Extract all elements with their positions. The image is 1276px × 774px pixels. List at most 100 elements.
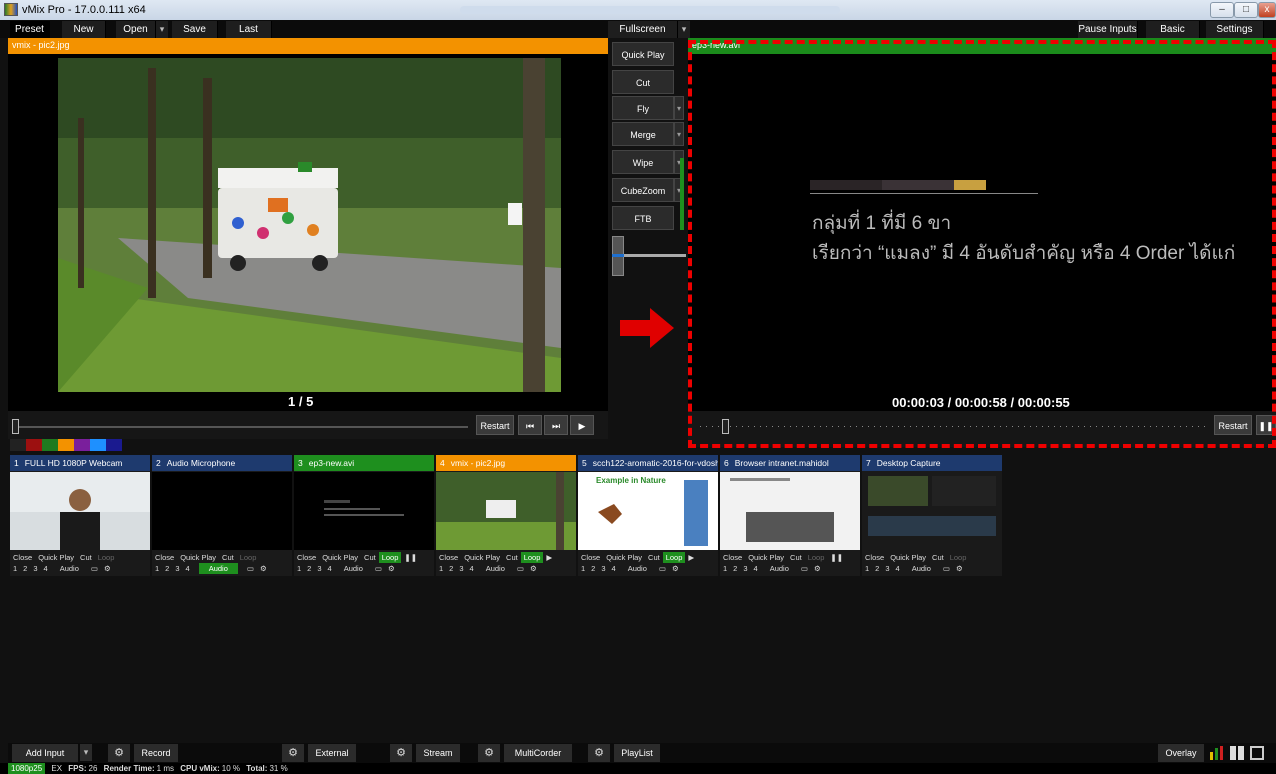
- cut-button[interactable]: Cut: [929, 552, 947, 563]
- input-thumbnail[interactable]: [294, 472, 434, 550]
- overlay-channel-button[interactable]: 1: [436, 563, 446, 574]
- cut-button[interactable]: Cut: [503, 552, 521, 563]
- audio-button[interactable]: Audio: [909, 563, 934, 574]
- play-state-icon[interactable]: ▶: [685, 552, 697, 563]
- transition-button[interactable]: Wipe: [612, 150, 674, 174]
- audio-meter-icon[interactable]: [1210, 746, 1224, 760]
- monitor-icon[interactable]: ▭: [244, 563, 257, 574]
- overlay-channel-button[interactable]: 4: [609, 563, 619, 574]
- input-tile[interactable]: 4 vmix - pic2.jpg Close Quick Play Cut Loop ▶ 1…: [436, 455, 576, 576]
- record-settings-gear-icon[interactable]: ⚙: [108, 744, 130, 762]
- input-thumbnail[interactable]: [862, 472, 1002, 550]
- last-button[interactable]: Last: [226, 21, 272, 38]
- stream-settings-gear-icon[interactable]: ⚙: [390, 744, 412, 762]
- loop-button[interactable]: Loop: [237, 552, 260, 563]
- overlay-channel-button[interactable]: 4: [893, 563, 903, 574]
- input-settings-gear-icon[interactable]: ⚙: [953, 563, 966, 574]
- input-settings-gear-icon[interactable]: ⚙: [811, 563, 824, 574]
- overlay-channel-button[interactable]: 4: [751, 563, 761, 574]
- loop-button[interactable]: Loop: [95, 552, 118, 563]
- transition-button[interactable]: Quick Play: [612, 42, 674, 66]
- input-thumbnail[interactable]: [720, 472, 860, 550]
- overlay-channel-button[interactable]: 4: [41, 563, 51, 574]
- playlist-button[interactable]: PlayList: [614, 744, 660, 762]
- overlay-channel-button[interactable]: 3: [30, 563, 40, 574]
- input-header[interactable]: 7 Desktop Capture: [862, 455, 1002, 471]
- input-settings-gear-icon[interactable]: ⚙: [101, 563, 114, 574]
- record-button[interactable]: Record: [134, 744, 178, 762]
- colour-swatch[interactable]: [26, 439, 42, 451]
- colour-swatch[interactable]: [58, 439, 74, 451]
- multicorder-button[interactable]: MultiCorder: [504, 744, 572, 762]
- overlay-channel-button[interactable]: 2: [730, 563, 740, 574]
- colour-swatch[interactable]: [106, 439, 122, 451]
- quick-play-button[interactable]: Quick Play: [461, 552, 503, 563]
- quick-play-button[interactable]: Quick Play: [603, 552, 645, 563]
- playlist-settings-gear-icon[interactable]: ⚙: [588, 744, 610, 762]
- input-settings-gear-icon[interactable]: ⚙: [527, 563, 540, 574]
- input-tile[interactable]: 7 Desktop Capture Close Quick Play Cut Loop 1 2…: [862, 455, 1002, 576]
- cut-button[interactable]: Cut: [219, 552, 237, 563]
- maximize-icon[interactable]: □: [1234, 2, 1258, 18]
- close-button[interactable]: Close: [436, 552, 461, 563]
- overlay-channel-button[interactable]: 3: [314, 563, 324, 574]
- fullscreen-dropdown-icon[interactable]: ▾: [678, 21, 690, 38]
- snapshot-icon[interactable]: [1250, 746, 1264, 760]
- overlay-channel-button[interactable]: 3: [172, 563, 182, 574]
- external-settings-gear-icon[interactable]: ⚙: [282, 744, 304, 762]
- transition-button[interactable]: FTB: [612, 206, 674, 230]
- open-button[interactable]: Open: [116, 21, 156, 38]
- preview-restart-button[interactable]: Restart: [476, 415, 514, 435]
- next-icon[interactable]: ⏭: [544, 415, 568, 435]
- overlay-channel-button[interactable]: 1: [720, 563, 730, 574]
- overlay-channel-button[interactable]: 1: [578, 563, 588, 574]
- minimize-icon[interactable]: –: [1210, 2, 1234, 18]
- input-header[interactable]: 1 FULL HD 1080P Webcam: [10, 455, 150, 471]
- overlay-channel-button[interactable]: 2: [872, 563, 882, 574]
- transition-button[interactable]: CubeZoom: [612, 178, 674, 202]
- monitor-icon[interactable]: ▭: [798, 563, 811, 574]
- close-button[interactable]: Close: [720, 552, 745, 563]
- transition-dropdown-icon[interactable]: ▾: [674, 96, 684, 120]
- loop-button[interactable]: Loop: [662, 552, 686, 563]
- colour-swatch[interactable]: [42, 439, 58, 451]
- transition-button[interactable]: Merge: [612, 122, 674, 146]
- preview-seek-track[interactable]: [16, 426, 468, 428]
- input-thumbnail[interactable]: [152, 472, 292, 550]
- quick-play-button[interactable]: Quick Play: [35, 552, 77, 563]
- multiview-grid-icon[interactable]: [1230, 746, 1244, 760]
- preview-seek-thumb[interactable]: [12, 419, 19, 434]
- external-button[interactable]: External: [308, 744, 356, 762]
- overlay-channel-button[interactable]: 1: [10, 563, 20, 574]
- overlay-channel-button[interactable]: 4: [325, 563, 335, 574]
- save-button[interactable]: Save: [172, 21, 218, 38]
- input-header[interactable]: 5 scch122-aromatic-2016-for-vdoshooting: [578, 455, 718, 471]
- transition-button[interactable]: Fly: [612, 96, 674, 120]
- play-icon[interactable]: ▶: [570, 415, 594, 435]
- swatch-none[interactable]: [10, 439, 26, 451]
- add-input-dropdown-icon[interactable]: ▾: [80, 744, 92, 761]
- settings-button[interactable]: Settings: [1206, 21, 1264, 38]
- audio-button[interactable]: Audio: [767, 563, 792, 574]
- quick-play-button[interactable]: Quick Play: [745, 552, 787, 563]
- close-button[interactable]: Close: [294, 552, 319, 563]
- colour-swatch[interactable]: [74, 439, 90, 451]
- new-button[interactable]: New: [62, 21, 106, 38]
- fullscreen-button[interactable]: Fullscreen: [608, 21, 678, 38]
- play-state-icon[interactable]: ▶: [543, 552, 555, 563]
- quick-play-button[interactable]: Quick Play: [887, 552, 929, 563]
- quick-play-button[interactable]: Quick Play: [177, 552, 219, 563]
- transition-button[interactable]: Cut: [612, 70, 674, 94]
- loop-button[interactable]: Loop: [378, 552, 402, 563]
- add-input-button[interactable]: Add Input: [12, 744, 78, 762]
- overlay-channel-button[interactable]: 3: [456, 563, 466, 574]
- basic-button[interactable]: Basic: [1146, 21, 1200, 38]
- overlay-channel-button[interactable]: 4: [183, 563, 193, 574]
- pause-state-icon[interactable]: ❚❚: [827, 552, 846, 563]
- input-header[interactable]: 3 ep3-new.avi: [294, 455, 434, 471]
- input-settings-gear-icon[interactable]: ⚙: [669, 563, 682, 574]
- cut-button[interactable]: Cut: [361, 552, 379, 563]
- monitor-icon[interactable]: ▭: [656, 563, 669, 574]
- overlay-channel-button[interactable]: 3: [740, 563, 750, 574]
- input-header[interactable]: 4 vmix - pic2.jpg: [436, 455, 576, 471]
